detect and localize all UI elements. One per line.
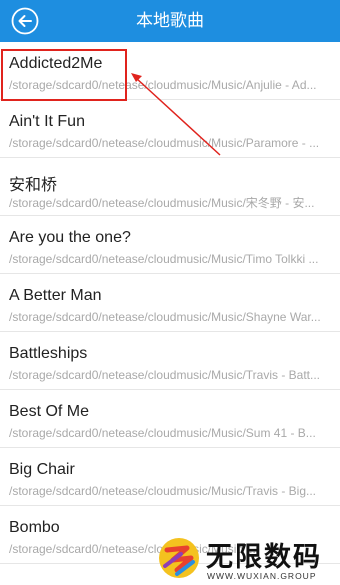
watermark: 无限数码 WWW.WUXIAN.GROUP xyxy=(145,530,340,585)
song-title: Ain't It Fun xyxy=(9,113,85,130)
song-item[interactable]: Are you the one? /storage/sdcard0/neteas… xyxy=(0,216,340,274)
song-title: 安和桥 xyxy=(9,177,58,194)
song-path: /storage/sdcard0/netease/cloudmusic/Musi… xyxy=(9,426,316,440)
song-title: A Better Man xyxy=(9,287,102,304)
song-item[interactable]: Ain't It Fun /storage/sdcard0/netease/cl… xyxy=(0,100,340,158)
song-item[interactable]: A Better Man /storage/sdcard0/netease/cl… xyxy=(0,274,340,332)
song-item[interactable]: 安和桥 /storage/sdcard0/netease/cloudmusic/… xyxy=(0,158,340,216)
song-path: /storage/sdcard0/netease/cloudmusic/Musi… xyxy=(9,368,321,382)
watermark-url: WWW.WUXIAN.GROUP xyxy=(207,571,317,581)
song-path: /storage/sdcard0/netease/cloudmusic/Musi… xyxy=(9,136,320,150)
song-title: Bombo xyxy=(9,519,60,536)
song-list: Addicted2Me /storage/sdcard0/netease/clo… xyxy=(0,42,340,564)
song-path: /storage/sdcard0/netease/cloudmusic/Musi… xyxy=(9,196,315,210)
song-item[interactable]: Best Of Me /storage/sdcard0/netease/clou… xyxy=(0,390,340,448)
song-path: /storage/sdcard0/netease/cloudmusic/Musi… xyxy=(9,484,317,498)
song-path: /storage/sdcard0/netease/cloudmusic/Musi… xyxy=(9,310,321,324)
watermark-name: 无限数码 xyxy=(206,542,322,573)
song-item[interactable]: Battleships /storage/sdcard0/netease/clo… xyxy=(0,332,340,390)
song-title: Are you the one? xyxy=(9,229,131,246)
song-title: Best Of Me xyxy=(9,403,90,420)
song-title: Battleships xyxy=(9,345,88,362)
app-header: 本地歌曲 xyxy=(0,0,340,42)
page-title: 本地歌曲 xyxy=(136,11,204,30)
watermark-logo-icon xyxy=(159,538,199,578)
annotation-highlight-box xyxy=(1,49,127,101)
song-title: Big Chair xyxy=(9,461,75,478)
song-path: /storage/sdcard0/netease/cloudmusic/Musi… xyxy=(9,252,319,266)
song-item[interactable]: Big Chair /storage/sdcard0/netease/cloud… xyxy=(0,448,340,506)
